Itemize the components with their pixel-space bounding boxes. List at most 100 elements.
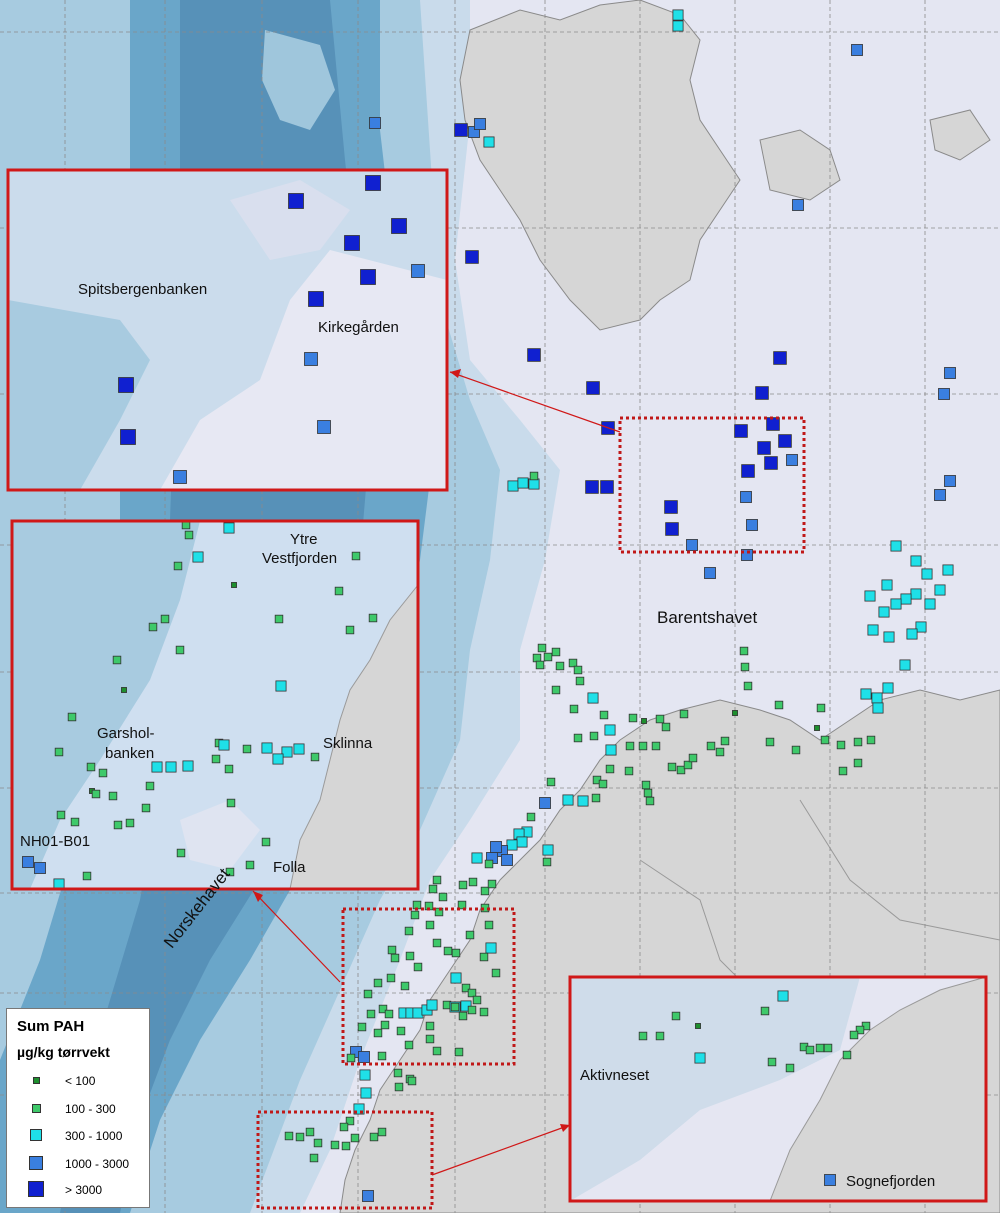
sample-100-300 bbox=[112, 655, 122, 665]
sample-100-300 bbox=[849, 1030, 859, 1040]
sample-100-300 bbox=[638, 741, 648, 751]
sample-100-300 bbox=[339, 1122, 349, 1132]
sample-100-300 bbox=[451, 948, 461, 958]
sample-300-1000 bbox=[604, 724, 616, 736]
sample-100-300 bbox=[555, 661, 565, 671]
sample-100-300 bbox=[184, 530, 194, 540]
sample-100-300 bbox=[377, 1051, 387, 1061]
sample-100-300 bbox=[295, 1132, 305, 1142]
sample-1000-3000 bbox=[22, 856, 34, 868]
sample-100-300 bbox=[173, 561, 183, 571]
sample-lt100 bbox=[121, 687, 127, 693]
sample-1000-3000 bbox=[746, 519, 758, 531]
sample-300-1000 bbox=[906, 628, 918, 640]
sample-100-300 bbox=[569, 704, 579, 714]
sample-300-1000 bbox=[517, 477, 529, 489]
sample-100-300 bbox=[390, 953, 400, 963]
sample-100-300 bbox=[310, 752, 320, 762]
sample-100-300 bbox=[791, 745, 801, 755]
sample-1000-3000 bbox=[686, 539, 698, 551]
sample-300-1000 bbox=[516, 836, 528, 848]
sample-100-300 bbox=[108, 791, 118, 801]
sample-100-300 bbox=[458, 1011, 468, 1021]
sample-300-1000 bbox=[934, 584, 946, 596]
sample-100-300 bbox=[591, 793, 601, 803]
sample-100-300 bbox=[341, 1141, 351, 1151]
sample-300-1000 bbox=[910, 555, 922, 567]
sample-100-300 bbox=[484, 920, 494, 930]
sample-100-300 bbox=[450, 1002, 460, 1012]
vestfjorden-label: Vestfjorden bbox=[262, 550, 338, 567]
sample-100-300 bbox=[598, 779, 608, 789]
sample-300-1000 bbox=[890, 598, 902, 610]
sample-100-300 bbox=[175, 645, 185, 655]
sample-100-300 bbox=[767, 1057, 777, 1067]
sample-100-300 bbox=[472, 995, 482, 1005]
sample-300-1000 bbox=[577, 795, 589, 807]
legend-item: 300 - 1000 bbox=[7, 1127, 151, 1147]
legend-symbol-300-1000 bbox=[30, 1129, 42, 1141]
sample-100-300 bbox=[54, 747, 64, 757]
sample-100-300 bbox=[113, 820, 123, 830]
sample-100-300 bbox=[655, 1031, 665, 1041]
sognefjorden-label: Sognefjorden bbox=[846, 1173, 936, 1190]
sample-1000-3000 bbox=[304, 352, 318, 366]
sample-gt3000 bbox=[120, 429, 136, 445]
sample-300-1000 bbox=[864, 590, 876, 602]
legend-title: Sum PAH bbox=[17, 1018, 85, 1035]
sample-300-1000 bbox=[872, 702, 884, 714]
sample-100-300 bbox=[529, 471, 539, 481]
sample-1000-3000 bbox=[362, 1190, 374, 1202]
sample-300-1000 bbox=[881, 579, 893, 591]
sample-100-300 bbox=[425, 1034, 435, 1044]
sample-100-300 bbox=[628, 713, 638, 723]
sample-gt3000 bbox=[773, 351, 787, 365]
legend-item: > 3000 bbox=[7, 1181, 151, 1201]
map-layer bbox=[0, 0, 1000, 1213]
sample-100-300 bbox=[491, 968, 501, 978]
sample-1000-3000 bbox=[474, 118, 486, 130]
sample-100-300 bbox=[625, 741, 635, 751]
legend-label: 300 - 1000 bbox=[65, 1129, 123, 1143]
sample-100-300 bbox=[56, 810, 66, 820]
sample-100-300 bbox=[404, 926, 414, 936]
sample-100-300 bbox=[479, 1007, 489, 1017]
sample-100-300 bbox=[438, 892, 448, 902]
sample-100-300 bbox=[760, 1006, 770, 1016]
sample-1000-3000 bbox=[490, 841, 502, 853]
barentshavet-label: Barentshavet bbox=[657, 608, 758, 627]
sample-100-300 bbox=[443, 946, 453, 956]
sample-300-1000 bbox=[360, 1087, 372, 1099]
sample-100-300 bbox=[715, 747, 725, 757]
sample-1000-3000 bbox=[411, 264, 425, 278]
sample-100-300 bbox=[211, 754, 221, 764]
station-nh01-b01-label: NH01-B01 bbox=[20, 833, 91, 850]
sample-100-300 bbox=[305, 1127, 315, 1137]
sample-100-300 bbox=[651, 741, 661, 751]
sample-300-1000 bbox=[860, 688, 872, 700]
sample-1000-3000 bbox=[173, 470, 187, 484]
sample-100-300 bbox=[465, 930, 475, 940]
sample-gt3000 bbox=[465, 250, 479, 264]
sample-100-300 bbox=[643, 788, 653, 798]
sample-100-300 bbox=[330, 1140, 340, 1150]
sample-100-300 bbox=[413, 962, 423, 972]
sample-lt100 bbox=[695, 1023, 701, 1029]
sample-100-300 bbox=[70, 817, 80, 827]
sample-100-300 bbox=[407, 1076, 417, 1086]
sample-100-300 bbox=[816, 703, 826, 713]
sample-100-300 bbox=[853, 737, 863, 747]
sample-100-300 bbox=[720, 736, 730, 746]
sample-gt3000 bbox=[308, 291, 324, 307]
sample-100-300 bbox=[334, 586, 344, 596]
sample-100-300 bbox=[309, 1153, 319, 1163]
sample-100-300 bbox=[542, 857, 552, 867]
sample-100-300 bbox=[568, 658, 578, 668]
sample-300-1000 bbox=[777, 990, 789, 1002]
legend-item: < 100 bbox=[7, 1072, 151, 1092]
spitsbergenbanken-label: Spitsbergenbanken bbox=[78, 281, 208, 298]
sample-100-300 bbox=[468, 877, 478, 887]
sample-100-300 bbox=[405, 951, 415, 961]
sample-300-1000 bbox=[471, 852, 483, 864]
sample-100-300 bbox=[532, 653, 542, 663]
